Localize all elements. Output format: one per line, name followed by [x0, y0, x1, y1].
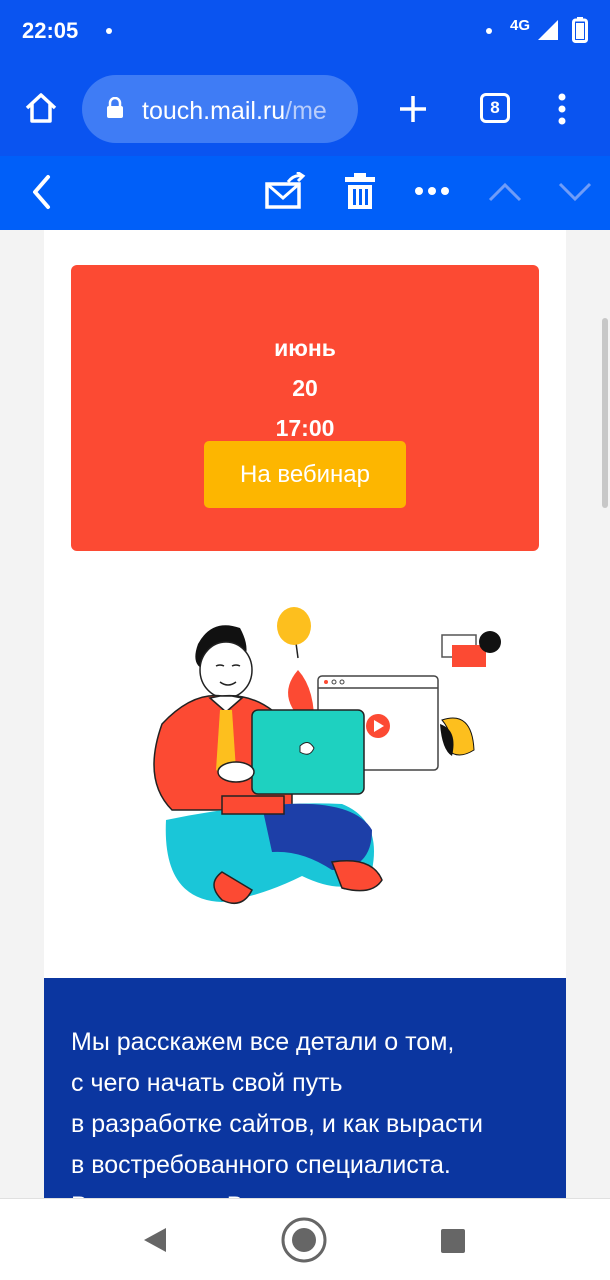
url-path: /me	[285, 97, 327, 125]
trash-icon[interactable]	[344, 172, 376, 210]
webinar-promo: июнь 20 17:00 На вебинар	[71, 265, 539, 551]
description-section: Мы расскажем все детали о том, с чего на…	[44, 978, 566, 1198]
more-horiz-icon[interactable]	[414, 186, 450, 196]
promo-month: июнь	[274, 335, 336, 361]
lock-icon	[107, 97, 123, 118]
url-text: touch.mail.ru/me	[142, 97, 327, 126]
email-body: июнь 20 17:00 На вебинар Мы расскажем вс…	[44, 230, 566, 1198]
tabs-icon[interactable]: 8	[480, 93, 510, 123]
move-to-folder-icon[interactable]	[264, 172, 306, 210]
description-line: Все вопросы Вы сможете задать	[71, 1186, 551, 1198]
email-content[interactable]: июнь 20 17:00 На вебинар Мы расскажем вс…	[0, 230, 610, 1198]
signal-icon	[538, 20, 558, 40]
url-host: touch.mail.ru	[142, 97, 286, 125]
description-line: Мы расскажем все детали о том,	[71, 1028, 455, 1056]
more-vert-icon[interactable]	[556, 92, 568, 126]
nav-back-icon[interactable]	[142, 1226, 168, 1254]
promo-time: 17:00	[275, 415, 335, 441]
webinar-button[interactable]: На вебинар	[204, 441, 406, 508]
notification-dot	[106, 28, 112, 34]
address-bar[interactable]: touch.mail.ru/me	[82, 75, 358, 143]
nav-recents-icon[interactable]	[440, 1228, 466, 1254]
illustration	[153, 607, 501, 905]
browser-toolbar: touch.mail.ru/me 8	[0, 62, 610, 156]
promo-day: 20	[292, 375, 318, 401]
battery-icon	[572, 17, 588, 43]
mail-toolbar	[0, 156, 610, 230]
status-time: 22:05	[22, 18, 79, 43]
network-type: 4G	[510, 17, 531, 34]
status-bar: 22:05 4G	[0, 0, 610, 62]
description-line: в разработке сайтов, и как вырасти	[71, 1110, 483, 1138]
notification-dot	[486, 28, 492, 34]
chevron-down-icon[interactable]	[558, 182, 592, 202]
scrollbar[interactable]	[602, 318, 608, 508]
home-icon[interactable]	[24, 92, 58, 124]
nav-home-icon[interactable]	[280, 1216, 328, 1264]
back-icon[interactable]	[30, 174, 52, 210]
chevron-up-icon[interactable]	[488, 182, 522, 202]
description-text: Мы расскажем все детали о том, с чего на…	[71, 1022, 551, 1198]
system-nav-bar	[0, 1198, 610, 1280]
description-line: в востребованного специалиста.	[71, 1151, 451, 1179]
description-line: с чего начать свой путь	[71, 1069, 343, 1097]
plus-icon[interactable]	[398, 94, 428, 124]
